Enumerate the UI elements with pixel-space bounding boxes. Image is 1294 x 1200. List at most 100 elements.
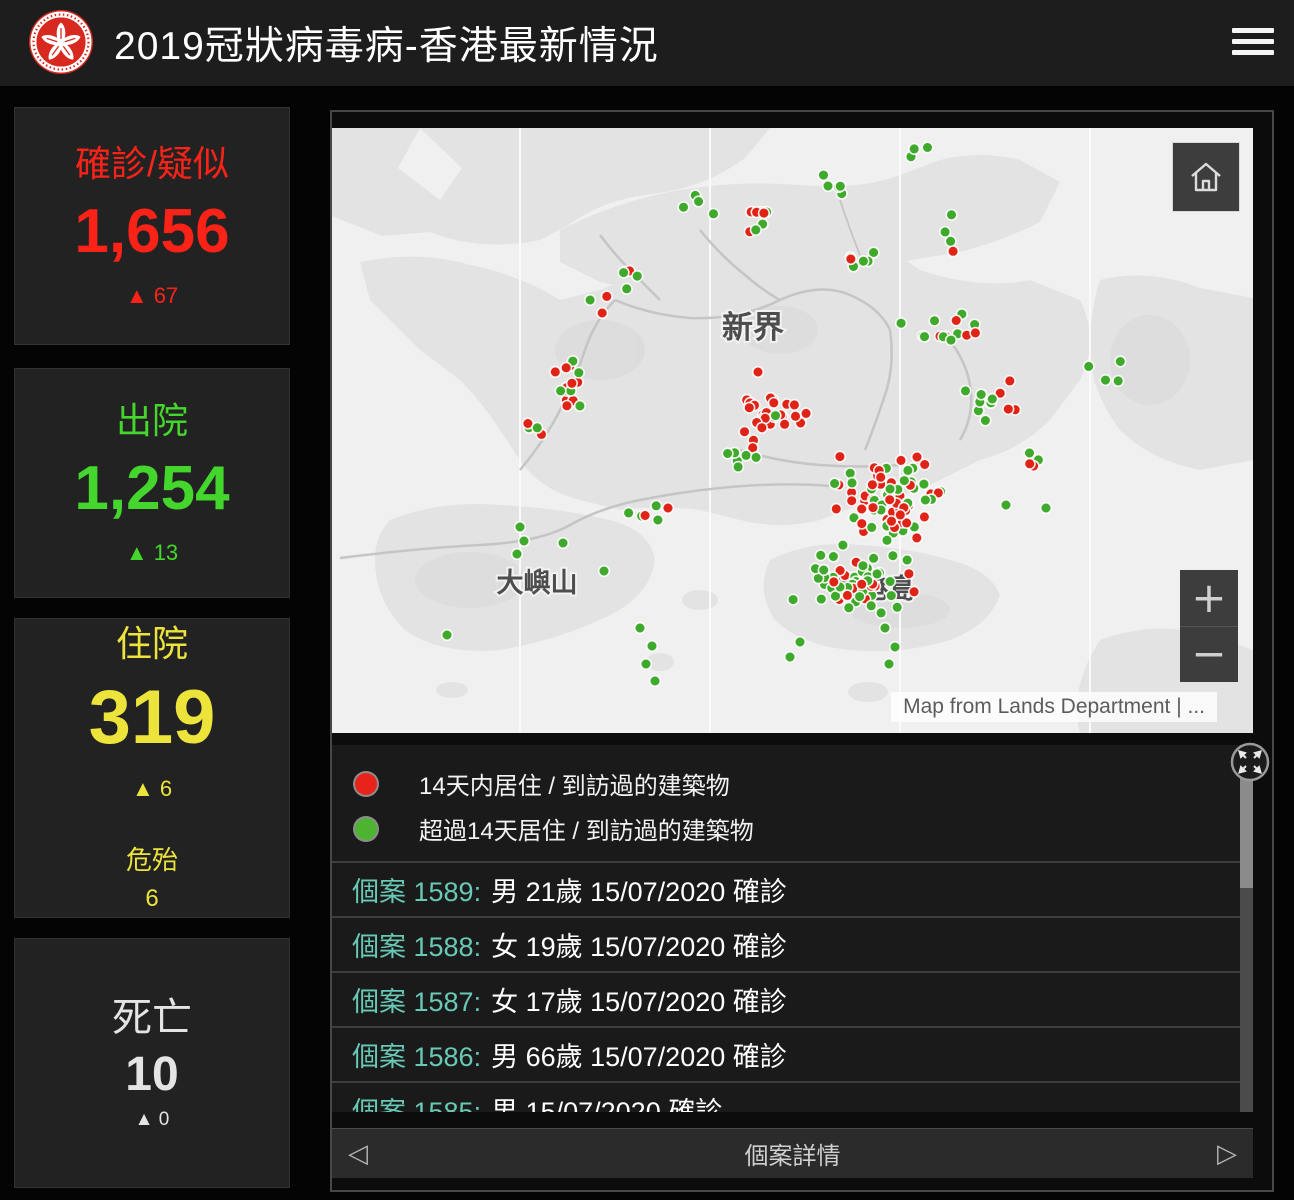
- case-dot-green[interactable]: [866, 522, 877, 533]
- case-dot-green[interactable]: [828, 551, 839, 562]
- case-dot-green[interactable]: [785, 652, 796, 663]
- case-dot-green[interactable]: [575, 401, 586, 412]
- case-dot-green[interactable]: [823, 181, 834, 192]
- list-scrollbar[interactable]: [1240, 745, 1253, 1112]
- case-dot-green[interactable]: [847, 478, 858, 489]
- case-dot-red[interactable]: [779, 419, 790, 430]
- case-dot-green[interactable]: [868, 553, 879, 564]
- case-dot-green[interactable]: [876, 608, 887, 619]
- map-home-button[interactable]: [1172, 142, 1240, 212]
- case-dot-green[interactable]: [838, 540, 849, 551]
- case-dot-green[interactable]: [882, 535, 893, 546]
- case-dot-green[interactable]: [829, 478, 840, 489]
- case-dot-red[interactable]: [857, 518, 868, 529]
- case-row-1586[interactable]: 個案 1586: 男 66歲 15/07/2020 確診: [332, 1026, 1253, 1081]
- case-dot-red[interactable]: [597, 308, 608, 319]
- case-dot-red[interactable]: [919, 512, 930, 523]
- case-dot-red[interactable]: [896, 455, 907, 466]
- case-dot-green[interactable]: [976, 389, 987, 400]
- case-dot-green[interactable]: [1100, 375, 1111, 386]
- case-dot-red[interactable]: [769, 398, 780, 409]
- case-dot-green[interactable]: [647, 641, 658, 652]
- case-dot-red[interactable]: [868, 502, 879, 513]
- case-dot-green[interactable]: [641, 659, 652, 670]
- case-dot-green[interactable]: [751, 452, 762, 463]
- case-dot-red[interactable]: [886, 516, 897, 527]
- case-dot-red[interactable]: [790, 411, 801, 422]
- case-row-1588[interactable]: 個案 1588: 女 19歲 15/07/2020 確診: [332, 916, 1253, 971]
- case-dot-green[interactable]: [919, 479, 930, 490]
- case-dot-red[interactable]: [640, 510, 651, 521]
- zoom-in-button[interactable]: +: [1180, 570, 1238, 627]
- zoom-out-button[interactable]: −: [1180, 627, 1238, 683]
- case-row-1587[interactable]: 個案 1587: 女 17歲 15/07/2020 確診: [332, 971, 1253, 1026]
- case-dot-red[interactable]: [951, 315, 962, 326]
- case-dot-red[interactable]: [875, 472, 886, 483]
- case-dot-red[interactable]: [1003, 404, 1014, 415]
- case-dot-green[interactable]: [1024, 448, 1035, 459]
- case-dot-green[interactable]: [922, 142, 933, 153]
- case-dot-green[interactable]: [858, 256, 869, 267]
- case-dot-green[interactable]: [558, 538, 569, 549]
- case-dot-green[interactable]: [892, 602, 903, 613]
- case-dot-green[interactable]: [512, 549, 523, 560]
- case-dot-green[interactable]: [854, 591, 865, 602]
- case-dot-red[interactable]: [829, 577, 840, 588]
- case-dot-red[interactable]: [970, 328, 981, 339]
- case-dot-red[interactable]: [835, 451, 846, 462]
- case-dot-green[interactable]: [880, 623, 891, 634]
- case-dot-red[interactable]: [562, 401, 573, 412]
- case-dot-red[interactable]: [757, 422, 768, 433]
- case-dot-green[interactable]: [795, 637, 806, 648]
- case-dot-red[interactable]: [948, 246, 959, 257]
- case-dot-green[interactable]: [708, 209, 719, 220]
- case-dot-red[interactable]: [550, 367, 561, 378]
- next-page-arrow[interactable]: ▷: [1205, 1129, 1249, 1179]
- case-dot-green[interactable]: [920, 495, 931, 506]
- case-dot-red[interactable]: [831, 504, 842, 515]
- case-dot-green[interactable]: [980, 415, 991, 426]
- case-dot-red[interactable]: [567, 378, 578, 389]
- case-dot-green[interactable]: [1041, 503, 1052, 514]
- case-dot-red[interactable]: [744, 402, 755, 413]
- case-dot-green[interactable]: [919, 331, 930, 342]
- case-dot-green[interactable]: [818, 565, 829, 576]
- case-dot-red[interactable]: [846, 254, 857, 265]
- case-dot-green[interactable]: [693, 196, 704, 207]
- case-dot-red[interactable]: [663, 503, 674, 514]
- case-dot-green[interactable]: [635, 623, 646, 634]
- case-dot-green[interactable]: [770, 410, 781, 421]
- case-dot-red[interactable]: [739, 426, 750, 437]
- case-dot-green[interactable]: [866, 601, 877, 612]
- case-dot-green[interactable]: [632, 271, 643, 282]
- case-dot-green[interactable]: [886, 590, 897, 601]
- case-dot-green[interactable]: [903, 465, 914, 476]
- map-attribution[interactable]: Map from Lands Department | ...: [891, 692, 1217, 722]
- case-dot-green[interactable]: [885, 484, 896, 495]
- case-dot-green[interactable]: [902, 555, 913, 566]
- case-dot-red[interactable]: [909, 587, 920, 598]
- map-canvas[interactable]: 新界 大嶼山 香港島: [332, 128, 1253, 733]
- case-dot-green[interactable]: [788, 594, 799, 605]
- case-dot-red[interactable]: [789, 400, 800, 411]
- case-dot-green[interactable]: [555, 386, 566, 397]
- case-dot-green[interactable]: [940, 227, 951, 238]
- case-dot-green[interactable]: [885, 576, 896, 587]
- case-dot-green[interactable]: [816, 594, 827, 605]
- case-dot-green[interactable]: [890, 642, 901, 653]
- case-dot-green[interactable]: [899, 475, 910, 486]
- expand-panel-button[interactable]: [1229, 741, 1271, 783]
- case-dot-green[interactable]: [650, 676, 661, 687]
- prev-page-arrow[interactable]: ◁: [336, 1129, 380, 1179]
- map-panel[interactable]: 新界 大嶼山 香港島 + − Map from Lands Department…: [332, 128, 1253, 733]
- case-dot-green[interactable]: [618, 267, 629, 278]
- case-dot-green[interactable]: [872, 569, 883, 580]
- case-dot-red[interactable]: [904, 568, 915, 579]
- case-dot-green[interactable]: [623, 508, 634, 519]
- case-dot-green[interactable]: [1113, 376, 1124, 387]
- case-dot-green[interactable]: [751, 225, 762, 236]
- case-dot-green[interactable]: [442, 630, 453, 641]
- case-dot-red[interactable]: [602, 291, 613, 302]
- case-dot-red[interactable]: [1024, 459, 1035, 470]
- hamburger-menu-icon[interactable]: [1232, 28, 1274, 60]
